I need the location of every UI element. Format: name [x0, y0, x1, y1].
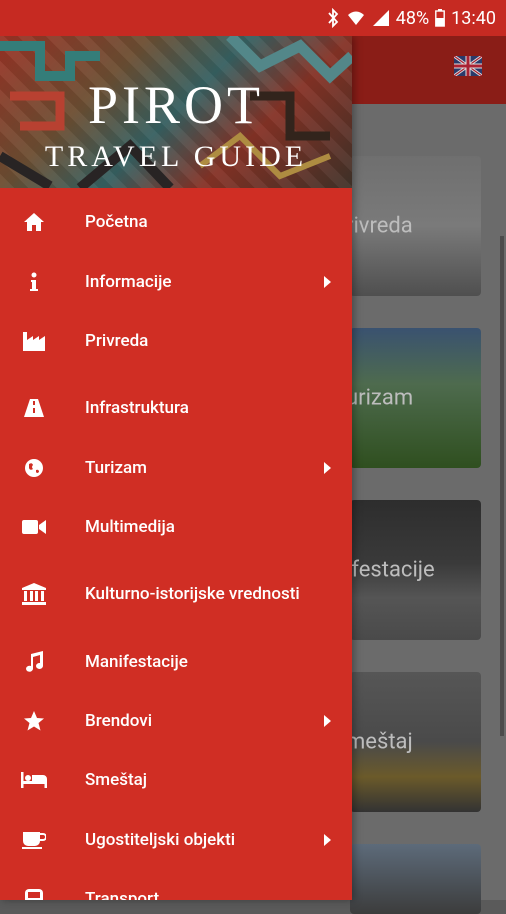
clock: 13:40 — [451, 7, 496, 29]
video-camera-icon — [21, 514, 47, 540]
menu-item-label: Početna — [85, 212, 148, 232]
menu-item-kulturno-istorijske-vrednosti[interactable]: Kulturno-istorijske vrednosti — [0, 566, 352, 622]
drawer-header: PIROT TRAVEL GUIDE — [0, 36, 352, 188]
battery-icon — [435, 9, 446, 27]
status-bar: 48% 13:40 — [0, 0, 506, 36]
signal-icon — [372, 9, 390, 27]
menu-item-label: Ugostiteljski objekti — [85, 830, 236, 850]
menu-item-manifestacije[interactable]: Manifestacije — [0, 634, 352, 690]
menu-item-brendovi[interactable]: Brendovi — [0, 693, 352, 749]
app-subtitle: TRAVEL GUIDE — [44, 140, 308, 173]
category-card-smestaj[interactable]: meštaj — [350, 672, 481, 812]
menu-item-label: Infrastruktura — [85, 398, 189, 418]
museum-icon — [21, 581, 47, 607]
menu-item-label: Turizam — [85, 458, 147, 478]
menu-item-smestaj[interactable]: Smeštaj — [0, 752, 352, 808]
menu-item-label: Informacije — [85, 272, 172, 292]
home-icon — [21, 209, 47, 235]
menu-item-informacije[interactable]: Informacije — [0, 254, 352, 310]
menu-item-multimedija[interactable]: Multimedija — [0, 499, 352, 555]
app-title: PIROT — [87, 75, 264, 135]
submenu-arrow-icon — [324, 276, 331, 288]
road-icon — [21, 395, 47, 421]
menu-item-label: Privreda — [85, 331, 149, 351]
category-card[interactable] — [350, 844, 481, 914]
menu-item-turizam[interactable]: Turizam — [0, 440, 352, 496]
info-icon — [21, 269, 47, 295]
coffee-cup-icon — [21, 827, 47, 853]
bus-icon — [21, 886, 47, 900]
bed-icon — [21, 767, 47, 793]
uk-flag-icon[interactable] — [453, 54, 483, 78]
music-note-icon — [21, 649, 47, 675]
menu-item-infrastruktura[interactable]: Infrastruktura — [0, 380, 352, 436]
category-card-privreda[interactable]: rivreda — [350, 156, 481, 296]
menu-item-label: Transport — [85, 889, 160, 900]
menu-item-ugostiteljski-objekti[interactable]: Ugostiteljski objekti — [0, 812, 352, 868]
menu-item-label: Smeštaj — [85, 770, 148, 790]
menu-item-label: Multimedija — [85, 517, 175, 537]
battery-percent: 48% — [395, 7, 430, 29]
submenu-arrow-icon — [324, 834, 331, 846]
menu-item-pocetna[interactable]: Početna — [0, 194, 352, 250]
menu-item-label: Kulturno-istorijske vrednosti — [85, 584, 300, 604]
wifi-icon — [346, 9, 366, 27]
category-card-manifestacije[interactable]: ifestacije — [350, 500, 481, 640]
menu-item-privreda[interactable]: Privreda — [0, 313, 352, 369]
scrollbar[interactable] — [500, 236, 504, 736]
globe-icon — [21, 455, 47, 481]
factory-icon — [21, 328, 47, 354]
submenu-arrow-icon — [324, 715, 331, 727]
star-icon — [21, 708, 47, 734]
category-card-turizam[interactable]: urizam — [350, 328, 481, 468]
bluetooth-icon — [326, 8, 340, 28]
menu-item-label: Manifestacije — [85, 652, 188, 672]
menu-item-label: Brendovi — [85, 711, 153, 731]
submenu-arrow-icon — [324, 462, 331, 474]
menu-item-transport[interactable]: Transport — [0, 871, 352, 900]
navigation-drawer: PIROT TRAVEL GUIDE Početna Informacije P… — [0, 36, 352, 900]
